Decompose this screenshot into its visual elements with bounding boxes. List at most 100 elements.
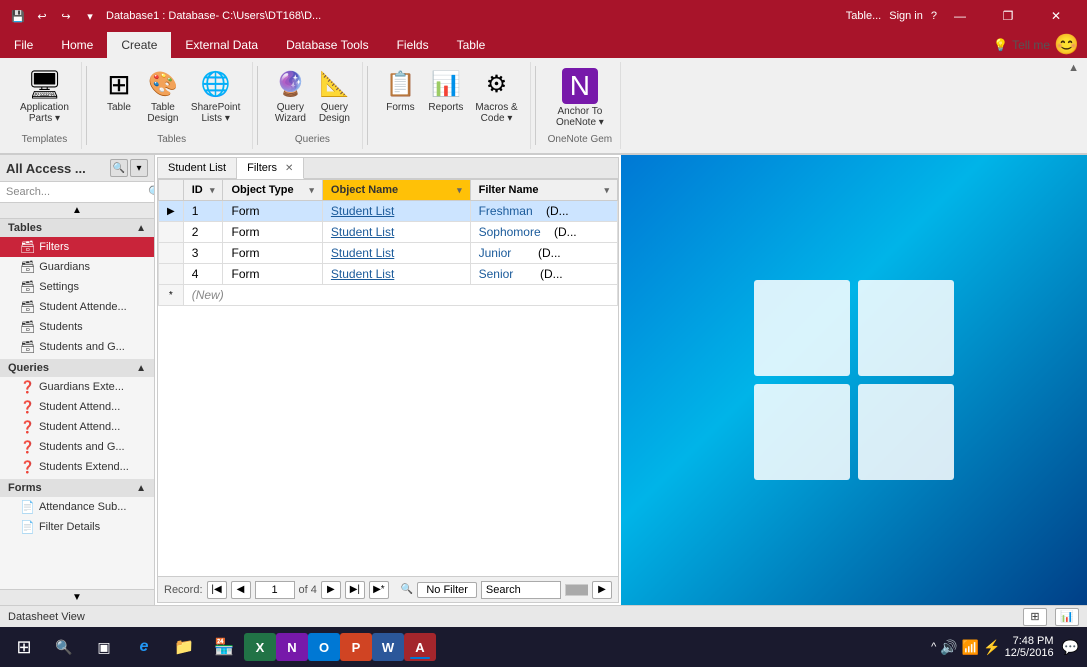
qa-dropdown-button[interactable]: ▾	[80, 6, 100, 26]
nav-section-tables-header[interactable]: Tables ▲	[0, 219, 154, 237]
excel-button[interactable]: X	[244, 633, 276, 661]
powerpoint-button[interactable]: P	[340, 633, 372, 661]
volume-icon[interactable]: 🔊	[940, 639, 957, 656]
no-filter-button[interactable]: No Filter	[417, 582, 477, 598]
notification-button[interactable]: 💬	[1062, 639, 1079, 656]
macros-code-button[interactable]: ⚙ Macros &Code ▾	[471, 66, 521, 126]
access-button[interactable]: A	[404, 633, 436, 661]
tab-home[interactable]: Home	[47, 32, 107, 58]
nav-scroll-down[interactable]: ▼	[0, 589, 154, 605]
prev-record-button[interactable]: ◀	[231, 581, 251, 599]
table-button[interactable]: ⊞ Table	[99, 66, 139, 115]
nav-item-guardians-extended[interactable]: ❓ Guardians Exte...	[0, 377, 154, 397]
table-row[interactable]: 4 Form Student List Senior (D...	[159, 264, 618, 285]
table-tab-label[interactable]: Table...	[846, 10, 881, 22]
table-row[interactable]: ▶ 1 Form Student List Freshman (D...	[159, 201, 618, 222]
nav-item-settings[interactable]: 🗃 Settings	[0, 277, 154, 297]
sharepoint-lists-icon: 🌐	[200, 68, 232, 100]
nav-item-students-guardians[interactable]: 🗃 Students and G...	[0, 337, 154, 357]
tab-fields[interactable]: Fields	[383, 32, 443, 58]
status-text: Datasheet View	[8, 611, 85, 623]
redo-qa-button[interactable]: ↪	[56, 6, 76, 26]
nav-item-student-attendance[interactable]: 🗃 Student Attende...	[0, 297, 154, 317]
sign-in-button[interactable]: Sign in	[889, 10, 923, 22]
ribbon-content: 🖥 ApplicationParts ▾ Templates ⊞ Table 🎨…	[0, 58, 1087, 154]
network-icon[interactable]: 📶	[962, 639, 979, 656]
task-view-button[interactable]: ▣	[84, 629, 124, 665]
application-parts-button[interactable]: 🖥 ApplicationParts ▾	[16, 66, 73, 126]
undo-qa-button[interactable]: ↩	[32, 6, 52, 26]
object-type-column-header[interactable]: Object Type ▾	[223, 180, 322, 201]
cell-id-1: 1	[183, 201, 223, 222]
search-input[interactable]	[481, 581, 561, 599]
tell-me-bar[interactable]: 💡 Tell me	[993, 32, 1050, 58]
sharepoint-lists-button[interactable]: 🌐 SharePointLists ▾	[187, 66, 244, 126]
tab-create[interactable]: Create	[107, 32, 171, 58]
nav-item-guardians[interactable]: 🗃 Guardians	[0, 257, 154, 277]
nav-item-students[interactable]: 🗃 Students	[0, 317, 154, 337]
current-record-input[interactable]	[255, 581, 295, 599]
sharepoint-lists-label: SharePointLists ▾	[191, 102, 240, 124]
layout-view-button[interactable]: 📊	[1055, 608, 1079, 626]
system-tray-toggle[interactable]: ^	[931, 641, 936, 653]
next-record-button[interactable]: ▶	[321, 581, 341, 599]
nav-item-student-attend-2[interactable]: ❓ Student Attend...	[0, 417, 154, 437]
query-wizard-button[interactable]: 🔮 QueryWizard	[270, 66, 310, 126]
object-name-column-header[interactable]: Object Name ▾	[322, 180, 470, 201]
tab-student-list[interactable]: Student List	[158, 158, 237, 178]
tab-file[interactable]: File	[0, 32, 47, 58]
taskbar-clock[interactable]: 7:48 PM 12/5/2016	[1005, 635, 1058, 659]
tab-database-tools[interactable]: Database Tools	[272, 32, 383, 58]
word-button[interactable]: W	[372, 633, 404, 661]
query-design-button[interactable]: 📐 QueryDesign	[314, 66, 354, 126]
reports-button[interactable]: 📊 Reports	[424, 66, 467, 115]
tab-filters[interactable]: Filters ✕	[237, 158, 304, 179]
object-type-filter-icon[interactable]: ▾	[309, 185, 314, 196]
filters-tab-close[interactable]: ✕	[285, 163, 293, 174]
grid-view-button[interactable]: ⊞	[1023, 608, 1047, 626]
tab-external-data[interactable]: External Data	[171, 32, 272, 58]
search-button[interactable]: 🔍	[44, 629, 84, 665]
nav-item-attendance-sub[interactable]: 📄 Attendance Sub...	[0, 497, 154, 517]
nav-section-queries-header[interactable]: Queries ▲	[0, 359, 154, 377]
nav-item-students-g-query[interactable]: ❓ Students and G...	[0, 437, 154, 457]
filter-name-filter-icon[interactable]: ▾	[604, 185, 609, 196]
id-filter-icon[interactable]: ▾	[210, 185, 215, 196]
save-qa-button[interactable]: 💾	[8, 6, 28, 26]
id-column-header[interactable]: ID ▾	[183, 180, 223, 201]
table-row[interactable]: 3 Form Student List Junior (D...	[159, 243, 618, 264]
restore-button[interactable]: ❐	[985, 0, 1031, 32]
first-record-button[interactable]: |◀	[207, 581, 227, 599]
filter-name-column-header[interactable]: Filter Name ▾	[470, 180, 617, 201]
edge-button[interactable]: e	[124, 629, 164, 665]
close-button[interactable]: ✕	[1033, 0, 1079, 32]
filter-status: 🔍 No Filter	[401, 582, 477, 598]
last-record-button[interactable]: ▶|	[345, 581, 365, 599]
onenote-button[interactable]: N	[276, 633, 308, 661]
outlook-button[interactable]: O	[308, 633, 340, 661]
table-row[interactable]: 2 Form Student List Sophomore (D...	[159, 222, 618, 243]
explorer-button[interactable]: 📁	[164, 629, 204, 665]
nav-item-filter-details[interactable]: 📄 Filter Details	[0, 517, 154, 537]
nav-search-input[interactable]	[6, 186, 148, 198]
nav-item-students-extended[interactable]: ❓ Students Extend...	[0, 457, 154, 477]
nav-item-filters[interactable]: 🗃 Filters	[0, 237, 154, 257]
scroll-right-button[interactable]: ▶	[592, 581, 612, 599]
nav-search-toggle[interactable]: 🔍	[110, 159, 128, 177]
new-record-button[interactable]: ▶*	[369, 581, 389, 599]
start-button[interactable]: ⊞	[4, 629, 44, 665]
table-design-button[interactable]: 🎨 TableDesign	[143, 66, 183, 126]
tab-table[interactable]: Table	[443, 32, 500, 58]
forms-button[interactable]: 📋 Forms	[380, 66, 420, 115]
nav-menu-button[interactable]: ▾	[130, 159, 148, 177]
collapse-ribbon-button[interactable]: ▲	[1068, 62, 1079, 74]
anchor-onenote-button[interactable]: N Anchor ToOneNote ▾	[552, 66, 608, 130]
nav-scroll-up[interactable]: ▲	[0, 203, 154, 219]
nav-section-forms-header[interactable]: Forms ▲	[0, 479, 154, 497]
nav-item-student-attend-1[interactable]: ❓ Student Attend...	[0, 397, 154, 417]
table-new-row[interactable]: * (New)	[159, 285, 618, 306]
object-name-filter-icon[interactable]: ▾	[457, 185, 462, 196]
store-button[interactable]: 🏪	[204, 629, 244, 665]
minimize-button[interactable]: —	[937, 0, 983, 32]
battery-icon[interactable]: ⚡	[983, 639, 1000, 656]
